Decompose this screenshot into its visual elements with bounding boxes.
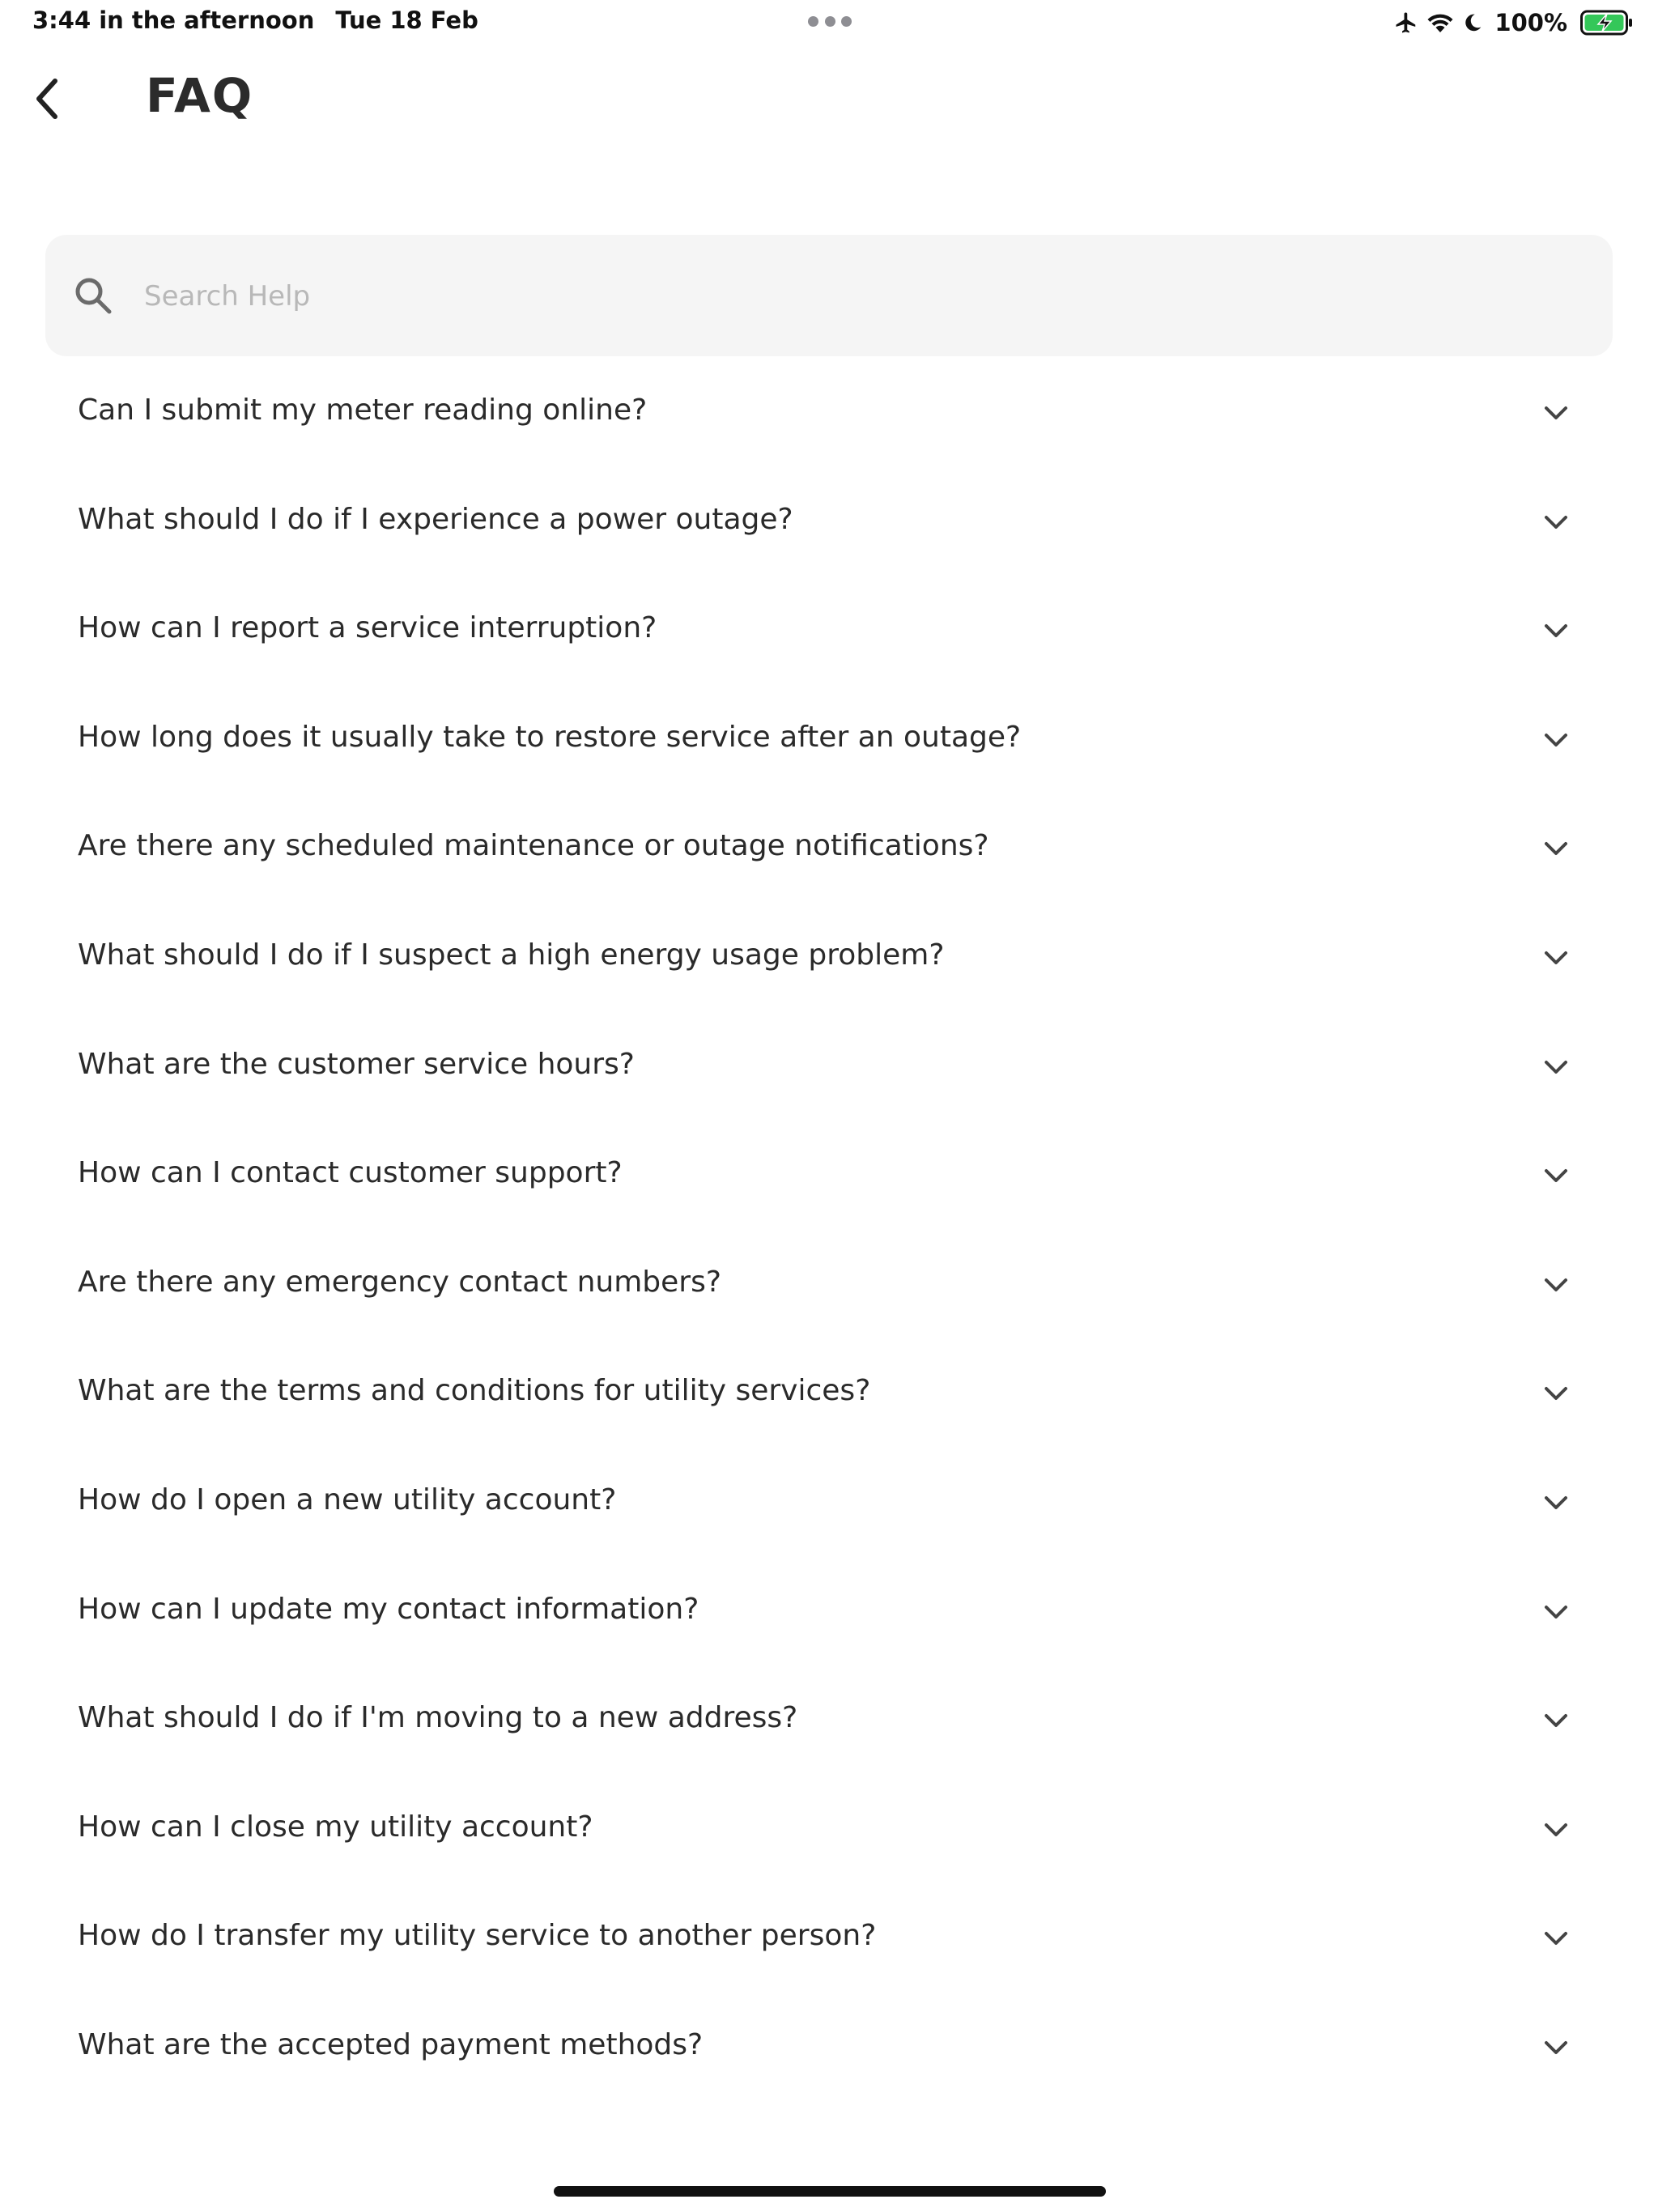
- wifi-icon: [1426, 11, 1454, 34]
- chevron-down-icon: [1545, 624, 1567, 638]
- faq-item-restore-time[interactable]: How long does it usually take to restore…: [45, 683, 1613, 793]
- faq-item-terms-conditions[interactable]: What are the terms and conditions for ut…: [45, 1337, 1613, 1446]
- faq-list: Can I submit my meter reading online? Wh…: [45, 356, 1613, 2100]
- faq-item-service-hours[interactable]: What are the customer service hours?: [45, 1010, 1613, 1120]
- faq-item-power-outage[interactable]: What should I do if I experience a power…: [45, 466, 1613, 575]
- faq-question: Are there any scheduled maintenance or o…: [78, 829, 989, 863]
- chevron-down-icon: [1545, 951, 1567, 964]
- chevron-down-icon: [1545, 1823, 1567, 1836]
- faq-question: Can I submit my meter reading online?: [78, 393, 648, 427]
- multitasking-dots[interactable]: [808, 16, 852, 28]
- status-time: 3:44 in the afternoon: [32, 6, 315, 34]
- chevron-down-icon: [1545, 1714, 1567, 1728]
- faq-question: How can I close my utility account?: [78, 1810, 593, 1844]
- faq-item-open-account[interactable]: How do I open a new utility account?: [45, 1446, 1613, 1555]
- faq-question: How do I transfer my utility service to …: [78, 1919, 877, 1953]
- chevron-left-icon: [36, 79, 57, 119]
- faq-item-payment-methods[interactable]: What are the accepted payment methods?: [45, 1991, 1613, 2100]
- faq-item-contact-support[interactable]: How can I contact customer support?: [45, 1119, 1613, 1228]
- faq-item-meter-reading[interactable]: Can I submit my meter reading online?: [45, 356, 1613, 466]
- faq-question: What are the customer service hours?: [78, 1047, 635, 1081]
- chevron-down-icon: [1545, 1387, 1567, 1401]
- faq-item-close-account[interactable]: How can I close my utility account?: [45, 1773, 1613, 1882]
- page-title: FAQ: [146, 68, 254, 123]
- battery-percentage: 100%: [1494, 9, 1567, 36]
- faq-item-moving-address[interactable]: What should I do if I'm moving to a new …: [45, 1664, 1613, 1773]
- chevron-down-icon: [1545, 1495, 1567, 1509]
- chevron-down-icon: [1545, 842, 1567, 856]
- faq-question: What should I do if I experience a power…: [78, 502, 793, 536]
- chevron-down-icon: [1545, 733, 1567, 747]
- faq-question: What are the terms and conditions for ut…: [78, 1374, 871, 1408]
- faq-question: What should I do if I'm moving to a new …: [78, 1701, 798, 1735]
- status-time-date: 3:44 in the afternoon Tue 18 Feb: [32, 6, 478, 34]
- chevron-down-icon: [1545, 1278, 1567, 1291]
- chevron-down-icon: [1545, 1605, 1567, 1619]
- faq-item-high-usage[interactable]: What should I do if I suspect a high ene…: [45, 901, 1613, 1010]
- search-input[interactable]: [142, 267, 1571, 325]
- status-indicators: 100%: [1394, 6, 1634, 39]
- faq-question: How do I open a new utility account?: [78, 1482, 617, 1516]
- faq-question: Are there any emergency contact numbers?: [78, 1265, 721, 1299]
- status-bar: 3:44 in the afternoon Tue 18 Feb 100%: [0, 0, 1658, 45]
- faq-question: How long does it usually take to restore…: [78, 720, 1022, 754]
- chevron-down-icon: [1545, 1932, 1567, 1946]
- faq-question: How can I report a service interruption?: [78, 611, 657, 645]
- battery-charging-icon: [1580, 10, 1634, 36]
- faq-question: How can I contact customer support?: [78, 1156, 623, 1190]
- faq-question: What are the accepted payment methods?: [78, 2027, 704, 2061]
- faq-item-report-interruption[interactable]: How can I report a service interruption?: [45, 574, 1613, 683]
- home-indicator[interactable]: [554, 2186, 1106, 2197]
- status-date: Tue 18 Feb: [335, 6, 478, 34]
- faq-item-transfer-service[interactable]: How do I transfer my utility service to …: [45, 1882, 1613, 1991]
- airplane-icon: [1394, 11, 1418, 35]
- faq-item-emergency-numbers[interactable]: Are there any emergency contact numbers?: [45, 1228, 1613, 1338]
- chevron-down-icon: [1545, 1060, 1567, 1074]
- faq-item-scheduled-maintenance[interactable]: Are there any scheduled maintenance or o…: [45, 792, 1613, 901]
- search-box[interactable]: [45, 235, 1613, 356]
- back-button[interactable]: [24, 71, 70, 126]
- chevron-down-icon: [1545, 1169, 1567, 1183]
- chevron-down-icon: [1545, 515, 1567, 529]
- chevron-down-icon: [1545, 406, 1567, 419]
- faq-item-update-contact[interactable]: How can I update my contact information?: [45, 1555, 1613, 1665]
- search-icon: [75, 278, 112, 314]
- faq-question: How can I update my contact information?: [78, 1592, 699, 1626]
- moon-icon: [1462, 11, 1483, 34]
- chevron-down-icon: [1545, 2040, 1567, 2054]
- faq-question: What should I do if I suspect a high ene…: [78, 938, 945, 972]
